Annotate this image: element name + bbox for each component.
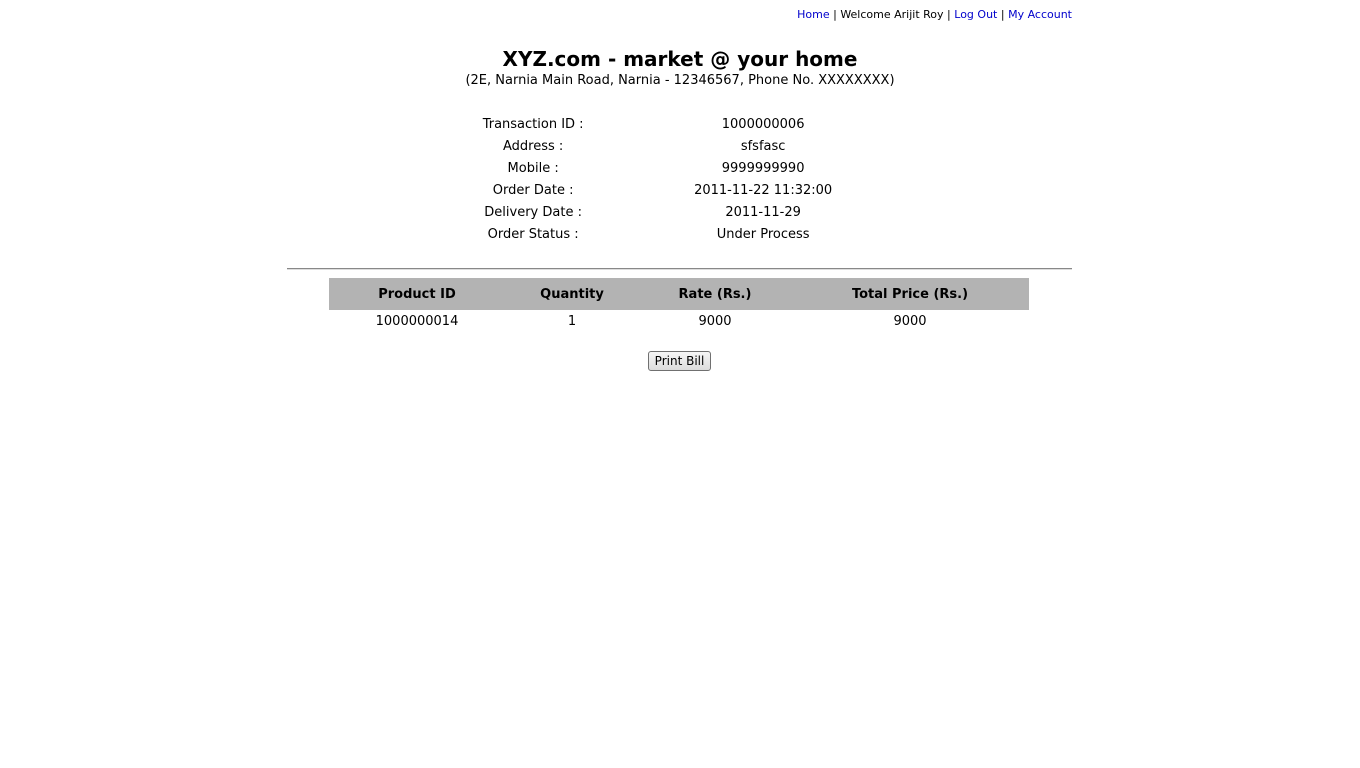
- order-items-table: Product ID Quantity Rate (Rs.) Total Pri…: [329, 278, 1029, 332]
- detail-value: 2011-11-29: [725, 204, 801, 220]
- detail-value: 9999999990: [721, 160, 805, 176]
- cell-quantity: 1: [567, 313, 577, 329]
- detail-label: Address :: [502, 138, 564, 154]
- detail-value: sfsfasc: [740, 138, 786, 154]
- table-row: 1000000014 1 9000 9000: [329, 310, 1029, 332]
- home-link[interactable]: Home: [797, 8, 829, 21]
- column-header-quantity: Quantity: [505, 278, 639, 310]
- detail-label: Order Status :: [487, 226, 579, 242]
- nav-separator: |: [1000, 8, 1005, 21]
- site-address: (2E, Narnia Main Road, Narnia - 12346567…: [465, 73, 895, 88]
- my-account-link[interactable]: My Account: [1008, 8, 1072, 21]
- detail-label: Transaction ID :: [482, 116, 584, 132]
- detail-value: 2011-11-22 11:32:00: [694, 182, 833, 198]
- detail-row-order-status: Order Status : Under Process: [450, 223, 910, 245]
- detail-label: Delivery Date :: [484, 204, 582, 220]
- column-header-total-price: Total Price (Rs.): [791, 278, 1029, 310]
- page: Home | Welcome Arijit Roy | Log Out | My…: [0, 0, 1360, 768]
- detail-label: Mobile :: [507, 160, 559, 176]
- detail-value: Under Process: [716, 226, 810, 242]
- detail-label: Order Date :: [492, 182, 574, 198]
- detail-row-mobile: Mobile : 9999999990: [450, 157, 910, 179]
- column-header-rate: Rate (Rs.): [639, 278, 791, 310]
- cell-product-id: 1000000014: [375, 313, 459, 329]
- print-bill-button[interactable]: Print Bill: [648, 351, 711, 371]
- detail-value: 1000000006: [721, 116, 805, 132]
- detail-row-delivery-date: Delivery Date : 2011-11-29: [450, 201, 910, 223]
- logout-link[interactable]: Log Out: [954, 8, 997, 21]
- detail-row-address: Address : sfsfasc: [450, 135, 910, 157]
- divider: [287, 268, 1072, 270]
- cell-rate: 9000: [698, 313, 732, 329]
- welcome-text: Welcome Arijit Roy: [840, 8, 944, 21]
- nav-separator: |: [947, 8, 951, 21]
- top-nav: Home | Welcome Arijit Roy | Log Out | My…: [797, 8, 1072, 22]
- site-title: XYZ.com - market @ your home: [502, 47, 858, 71]
- column-header-product-id: Product ID: [329, 278, 505, 310]
- order-details: Transaction ID : 1000000006 Address : sf…: [450, 113, 910, 245]
- nav-separator: |: [833, 8, 837, 21]
- detail-row-transaction-id: Transaction ID : 1000000006: [450, 113, 910, 135]
- table-header-row: Product ID Quantity Rate (Rs.) Total Pri…: [329, 278, 1029, 310]
- cell-total-price: 9000: [893, 313, 927, 329]
- detail-row-order-date: Order Date : 2011-11-22 11:32:00: [450, 179, 910, 201]
